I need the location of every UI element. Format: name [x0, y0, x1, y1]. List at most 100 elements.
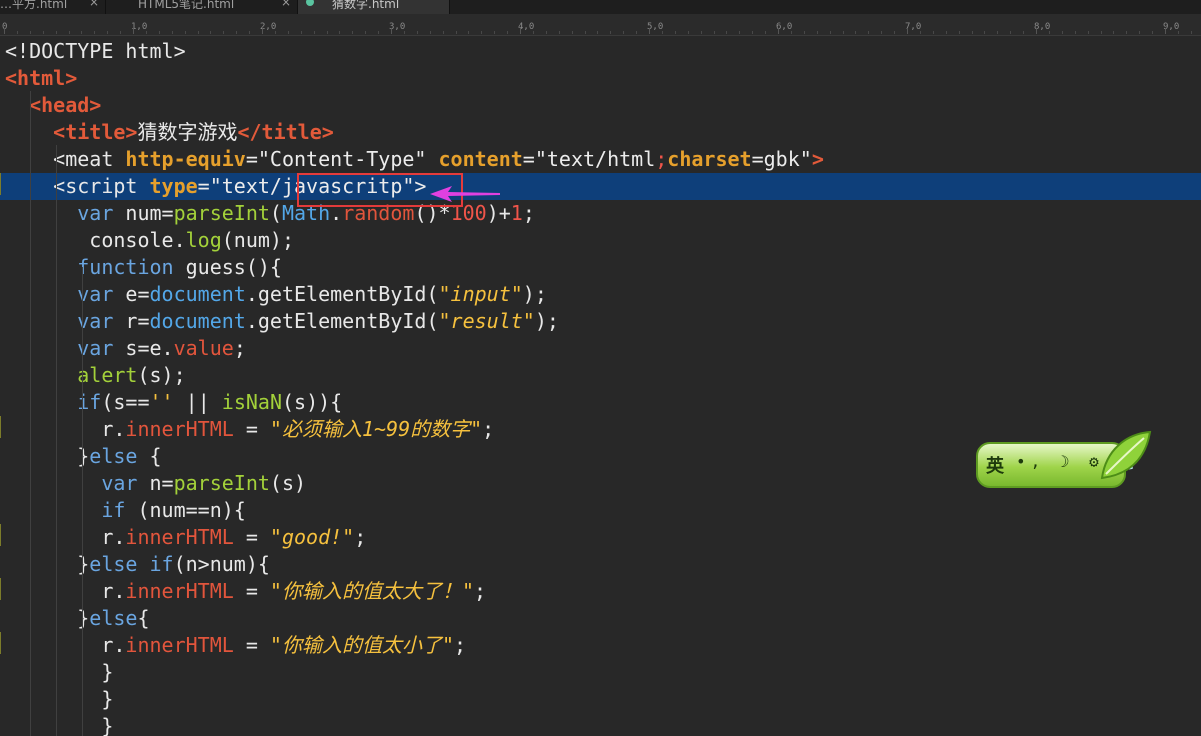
code-token: else [89, 444, 138, 468]
ime-toolbar[interactable]: 英 •, ☽ ⚙ 👕 [976, 430, 1152, 490]
code-token: ; [522, 201, 535, 225]
ruler-tick [1036, 28, 1037, 34]
ime-language-label[interactable]: 英 [986, 452, 1004, 478]
code-line[interactable]: r.innerHTML = "你输入的值太大了！"; [0, 578, 1201, 605]
code-editor[interactable]: <!DOCTYPE html> <html> <head> <title>猜数字游… [0, 37, 1201, 736]
ruler-tick [997, 31, 999, 34]
tab-file-2[interactable]: HTML5笔记.html × [106, 0, 298, 14]
code-line[interactable]: var r=document.getElementById("result"); [0, 308, 1201, 335]
code-line[interactable]: <title>猜数字游戏</title> [0, 119, 1201, 146]
ruler-tick [158, 31, 160, 34]
code-line[interactable]: var e=document.getElementById("input"); [0, 281, 1201, 308]
code-line[interactable]: var s=e.value; [0, 335, 1201, 362]
gutter-change-mark [0, 416, 1, 438]
leaf-icon [1100, 430, 1152, 480]
ruler-tick [803, 31, 805, 34]
code-token: r. [5, 579, 126, 603]
code-token: s=e. [113, 336, 174, 360]
tab-file-3[interactable]: 猜数字.html [298, 0, 450, 14]
ruler-tick [171, 31, 173, 34]
indent-guide [82, 267, 83, 736]
ruler-tick [210, 31, 212, 34]
ruler-tick [545, 31, 547, 34]
indent-guide [30, 91, 31, 736]
code-token: { [137, 606, 150, 630]
code-line[interactable]: } [0, 659, 1201, 686]
code-token: ; [354, 525, 367, 549]
code-line[interactable]: } [0, 686, 1201, 713]
ruler-tick [236, 31, 238, 34]
code-token: (s); [137, 363, 186, 387]
code-line[interactable]: if(s=='' || isNaN(s)){ [0, 389, 1201, 416]
code-line[interactable]: if (num==n){ [0, 497, 1201, 524]
ruler-tick [687, 31, 689, 34]
ruler-tick [184, 31, 186, 34]
close-icon[interactable]: × [89, 0, 99, 8]
code-token: <head> [29, 93, 102, 117]
ruler-tick [958, 31, 960, 34]
ruler-tick [55, 31, 57, 34]
code-token: ="Content-Type" [245, 147, 439, 171]
code-line[interactable]: <!DOCTYPE html> [0, 38, 1201, 65]
ruler-tick [481, 31, 483, 34]
code-token: =gbk" [751, 147, 812, 171]
code-token: 1 [510, 201, 523, 225]
code-token: .getElementById( [245, 282, 439, 306]
ruler-tick [739, 31, 741, 34]
code-token: ); [534, 309, 559, 333]
ruler-tick [726, 31, 728, 34]
code-line[interactable]: function guess(){ [0, 254, 1201, 281]
close-icon[interactable]: × [281, 0, 291, 8]
ruler-tick [829, 31, 831, 34]
code-line[interactable]: alert(s); [0, 362, 1201, 389]
code-token: r. [5, 633, 126, 657]
ruler-tick [584, 31, 586, 34]
code-token: isNaN [221, 390, 282, 414]
ruler-tick [1126, 31, 1128, 34]
code-line[interactable]: <html> [0, 65, 1201, 92]
tab-file-1[interactable]: …平方.html × [0, 0, 106, 14]
ruler-tick [391, 28, 392, 34]
code-token: } [5, 714, 114, 736]
code-token: r. [5, 417, 126, 441]
ruler-tick [661, 31, 663, 34]
code-line[interactable]: }else if(n>num){ [0, 551, 1201, 578]
code-token: type [149, 174, 198, 198]
ruler-tick [816, 31, 818, 34]
code-token: else [89, 606, 138, 630]
ruler-tick [223, 31, 225, 34]
code-token: guess(){ [173, 255, 282, 279]
code-token: "input" [438, 282, 523, 306]
ruler-tick [1087, 31, 1089, 34]
ruler-tick [4, 28, 5, 34]
ruler-tick [855, 31, 857, 34]
code-line-current[interactable]: <script type="text/javascritp"> [0, 173, 1201, 200]
code-line[interactable]: var num=parseInt(Math.random()*100)+1; [0, 200, 1201, 227]
code-token: ="text/html [522, 147, 656, 171]
ruler-tick [790, 31, 792, 34]
code-token: if [77, 390, 102, 414]
code-token: var [101, 471, 138, 495]
code-line[interactable]: console.log(num); [0, 227, 1201, 254]
code-token: } [5, 687, 114, 711]
code-line[interactable]: r.innerHTML = "你输入的值太小了"; [0, 632, 1201, 659]
code-line[interactable]: <head> [0, 92, 1201, 119]
ruler-tick [945, 31, 947, 34]
code-token: alert [77, 363, 138, 387]
code-line[interactable]: }else{ [0, 605, 1201, 632]
code-token: )+ [486, 201, 511, 225]
code-line[interactable]: <meat http-equiv="Content-Type" content=… [0, 146, 1201, 173]
code-line[interactable]: } [0, 713, 1201, 736]
ruler-tick [700, 31, 702, 34]
code-token: (num); [221, 228, 294, 252]
code-token: (n>num){ [173, 552, 270, 576]
code-line[interactable]: r.innerHTML = "good!"; [0, 524, 1201, 551]
code-token: "必须输入1~99的数字" [269, 417, 483, 441]
tab-label: 猜数字.html [332, 0, 400, 11]
